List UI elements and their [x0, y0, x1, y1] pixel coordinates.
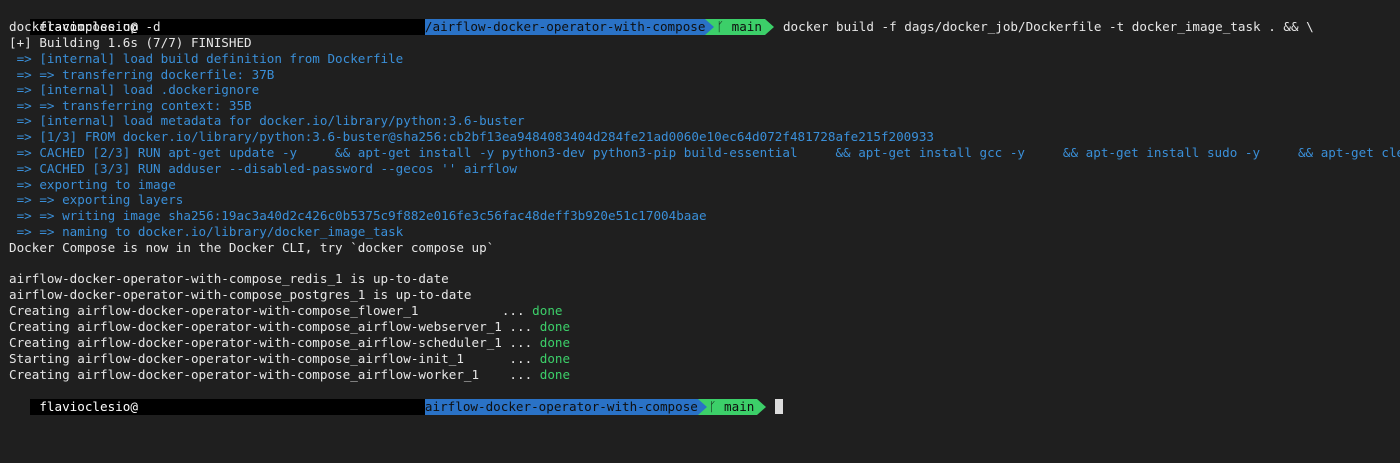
task-text: Creating airflow-docker-operator-with-co…	[9, 319, 540, 334]
build-step: => [internal] load .dockerignore	[9, 82, 260, 97]
compose-task-line: Creating airflow-docker-operator-with-co…	[9, 335, 570, 351]
prompt-directory: /airflow-docker-operator-with-compose	[424, 19, 706, 35]
compose-task-line: Creating airflow-docker-operator-with-co…	[9, 367, 570, 383]
git-branch-icon: ᚴ	[708, 399, 717, 414]
redacted-hostname-mask	[140, 399, 425, 415]
build-step: => => naming to docker.io/library/docker…	[9, 224, 404, 239]
prompt-directory: airflow-docker-operator-with-compose	[424, 399, 698, 415]
build-step: => [internal] load build definition from…	[9, 51, 404, 66]
prompt-git-segment: ᚴ main	[714, 19, 765, 35]
build-header: [+] Building 1.6s (7/7) FINISHED	[9, 35, 252, 50]
text-cursor[interactable]	[775, 399, 784, 414]
compose-notice: Docker Compose is now in the Docker CLI,…	[9, 240, 495, 255]
build-step: => => transferring context: 35B	[9, 97, 252, 113]
task-text: Creating airflow-docker-operator-with-co…	[9, 303, 533, 318]
prompt-end-arrow	[757, 399, 767, 415]
terminal-window[interactable]: flavioclesio@ /airflow-docker-operator-wi…	[0, 0, 1400, 463]
task-status: done	[539, 335, 571, 350]
prompt-line: flavioclesio@/airflow-docker-operator-wi…	[9, 3, 1314, 35]
build-step: => CACHED [3/3] RUN adduser --disabled-p…	[9, 161, 517, 176]
task-status: done	[539, 351, 571, 366]
compose-task-line: Creating airflow-docker-operator-with-co…	[9, 303, 563, 319]
up-to-date-line: airflow-docker-operator-with-compose_pos…	[9, 287, 472, 302]
prompt-git-branch: main	[724, 399, 755, 414]
prompt-user: flavioclesio@	[30, 399, 141, 415]
compose-task-line: Starting airflow-docker-operator-with-co…	[9, 351, 570, 367]
prompt-separator-arrow	[697, 399, 707, 415]
task-status: done	[539, 367, 571, 382]
task-status: done	[539, 319, 571, 334]
build-step: => => writing image sha256:19ac3a40d2c42…	[9, 208, 707, 223]
prompt-line: flavioclesio@ airflow-docker-operator-wit…	[9, 383, 784, 415]
build-step: => CACHED [2/3] RUN apt-get update -y &&…	[9, 145, 1400, 160]
command-text: docker build -f dags/docker_job/Dockerfi…	[782, 19, 1314, 34]
task-text: Starting airflow-docker-operator-with-co…	[9, 351, 540, 366]
task-text: Creating airflow-docker-operator-with-co…	[9, 367, 540, 382]
task-text: Creating airflow-docker-operator-with-co…	[9, 335, 540, 350]
up-to-date-line: airflow-docker-operator-with-compose_red…	[9, 271, 449, 286]
redacted-hostname-mask	[140, 19, 425, 35]
build-step: => => exporting layers	[9, 192, 184, 207]
build-step: => [1/3] FROM docker.io/library/python:3…	[9, 129, 935, 144]
build-step: => exporting to image	[9, 176, 176, 192]
prompt-git-branch: main	[731, 19, 762, 34]
build-step: => => transferring dockerfile: 37B	[9, 66, 275, 82]
command-continuation: docker-compose up -d	[9, 19, 161, 34]
build-step: => [internal] load metadata for docker.i…	[9, 113, 525, 128]
prompt-separator-arrow	[705, 19, 715, 35]
task-status: done	[532, 303, 563, 318]
git-branch-icon: ᚴ	[716, 19, 725, 34]
prompt-git-segment: ᚴ main	[706, 399, 758, 415]
prompt-end-arrow	[764, 19, 774, 35]
compose-task-line: Creating airflow-docker-operator-with-co…	[9, 319, 570, 335]
